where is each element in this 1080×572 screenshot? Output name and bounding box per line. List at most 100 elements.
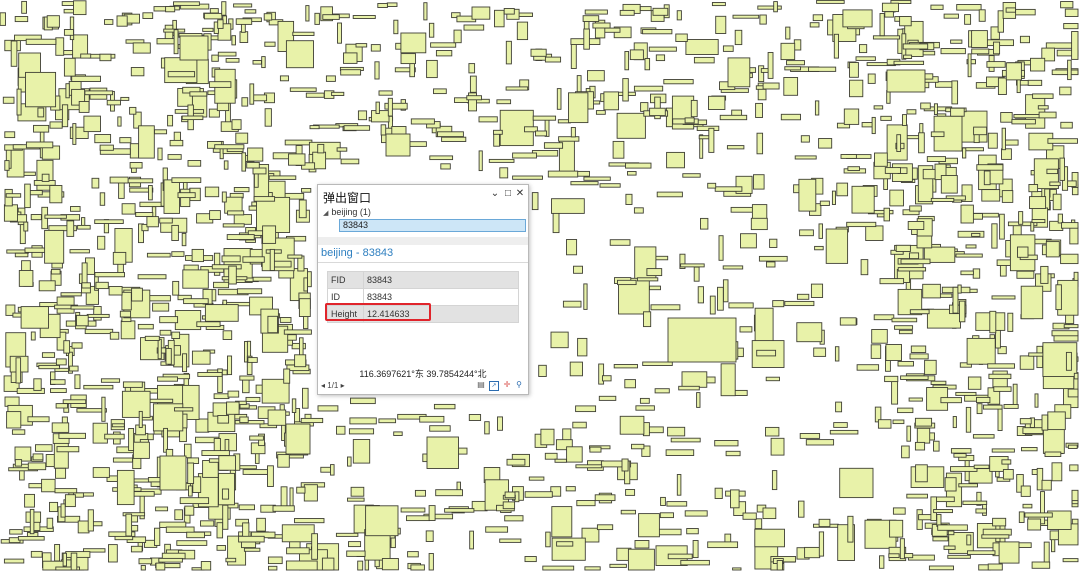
- building-footprint[interactable]: [1041, 479, 1052, 491]
- building-footprint[interactable]: [283, 368, 291, 384]
- building-footprint[interactable]: [627, 548, 655, 571]
- building-footprint[interactable]: [152, 302, 170, 312]
- building-footprint[interactable]: [766, 261, 776, 268]
- export-icon[interactable]: ↗: [489, 381, 499, 391]
- building-footprint[interactable]: [117, 116, 122, 127]
- building-footprint[interactable]: [488, 158, 515, 163]
- building-footprint[interactable]: [288, 153, 306, 166]
- building-footprint[interactable]: [227, 390, 240, 398]
- building-footprint[interactable]: [867, 73, 876, 84]
- building-footprint[interactable]: [940, 175, 958, 194]
- building-footprint[interactable]: [61, 104, 69, 128]
- building-footprint[interactable]: [469, 75, 477, 93]
- building-footprint[interactable]: [169, 139, 184, 147]
- building-footprint[interactable]: [881, 2, 899, 13]
- building-footprint[interactable]: [121, 291, 132, 311]
- building-footprint[interactable]: [393, 431, 403, 436]
- building-footprint[interactable]: [305, 5, 310, 22]
- building-footprint[interactable]: [1057, 213, 1063, 224]
- building-footprint[interactable]: [14, 252, 29, 258]
- building-footprint[interactable]: [494, 9, 505, 28]
- building-footprint[interactable]: [211, 264, 242, 270]
- building-footprint[interactable]: [975, 508, 987, 514]
- building-footprint[interactable]: [582, 15, 600, 22]
- building-footprint[interactable]: [928, 565, 954, 571]
- next-icon[interactable]: ▸: [341, 381, 345, 390]
- building-footprint[interactable]: [573, 265, 583, 274]
- building-footprint[interactable]: [301, 188, 312, 193]
- building-footprint[interactable]: [49, 185, 63, 204]
- building-footprint[interactable]: [953, 453, 967, 458]
- building-footprint[interactable]: [693, 266, 700, 282]
- building-footprint[interactable]: [317, 143, 325, 154]
- building-footprint[interactable]: [493, 129, 503, 135]
- building-footprint[interactable]: [222, 223, 245, 228]
- building-footprint[interactable]: [1047, 138, 1078, 144]
- building-footprint[interactable]: [27, 416, 50, 423]
- building-footprint[interactable]: [570, 43, 577, 69]
- building-footprint[interactable]: [730, 489, 740, 509]
- building-footprint[interactable]: [1000, 112, 1013, 123]
- building-footprint[interactable]: [350, 486, 365, 497]
- building-footprint[interactable]: [680, 559, 710, 566]
- building-footprint[interactable]: [426, 436, 459, 469]
- building-footprint[interactable]: [92, 467, 110, 478]
- building-footprint[interactable]: [400, 507, 426, 513]
- building-footprint[interactable]: [650, 304, 681, 311]
- building-footprint[interactable]: [754, 528, 785, 548]
- building-footprint[interactable]: [865, 225, 884, 241]
- building-footprint[interactable]: [1065, 351, 1072, 371]
- building-footprint[interactable]: [177, 192, 196, 199]
- building-footprint[interactable]: [732, 567, 742, 571]
- building-footprint[interactable]: [899, 538, 905, 560]
- building-footprint[interactable]: [1060, 253, 1079, 265]
- building-footprint[interactable]: [690, 99, 698, 118]
- building-footprint[interactable]: [998, 541, 1020, 564]
- building-footprint[interactable]: [1044, 451, 1062, 457]
- maximize-icon[interactable]: □: [502, 188, 514, 200]
- building-footprint[interactable]: [943, 13, 959, 19]
- building-footprint[interactable]: [239, 416, 249, 424]
- building-footprint[interactable]: [873, 314, 895, 321]
- building-footprint[interactable]: [100, 378, 121, 383]
- building-footprint[interactable]: [1013, 8, 1036, 16]
- building-footprint[interactable]: [130, 67, 145, 77]
- building-footprint[interactable]: [967, 550, 996, 555]
- building-footprint[interactable]: [69, 365, 79, 372]
- building-footprint[interactable]: [374, 61, 380, 80]
- building-footprint[interactable]: [428, 505, 436, 521]
- building-footprint[interactable]: [204, 304, 239, 322]
- building-footprint[interactable]: [468, 414, 482, 421]
- building-footprint[interactable]: [1051, 69, 1079, 76]
- building-footprint[interactable]: [642, 29, 673, 35]
- building-footprint[interactable]: [696, 125, 720, 131]
- building-footprint[interactable]: [106, 99, 121, 106]
- building-footprint[interactable]: [547, 170, 579, 178]
- building-footprint[interactable]: [906, 109, 917, 115]
- building-footprint[interactable]: [1069, 226, 1079, 245]
- building-footprint[interactable]: [991, 448, 1015, 453]
- building-footprint[interactable]: [870, 344, 882, 359]
- building-footprint[interactable]: [516, 21, 529, 41]
- building-footprint[interactable]: [27, 462, 47, 471]
- building-footprint[interactable]: [55, 358, 67, 366]
- building-footprint[interactable]: [659, 512, 674, 519]
- building-footprint[interactable]: [20, 306, 49, 329]
- building-footprint[interactable]: [636, 277, 659, 282]
- building-footprint[interactable]: [17, 536, 45, 541]
- building-footprint[interactable]: [1001, 127, 1006, 151]
- building-footprint[interactable]: [1059, 86, 1072, 96]
- building-footprint[interactable]: [226, 234, 255, 240]
- building-footprint[interactable]: [538, 364, 547, 377]
- building-footprint[interactable]: [742, 512, 757, 520]
- building-footprint[interactable]: [348, 541, 362, 548]
- building-footprint[interactable]: [95, 281, 109, 290]
- building-footprint[interactable]: [988, 373, 1012, 380]
- building-footprint[interactable]: [502, 501, 516, 510]
- building-footprint[interactable]: [1032, 93, 1054, 99]
- building-footprint[interactable]: [1045, 42, 1076, 49]
- building-footprint[interactable]: [727, 57, 751, 88]
- building-footprint[interactable]: [84, 328, 114, 335]
- building-footprint[interactable]: [714, 487, 723, 499]
- building-footprint[interactable]: [584, 9, 608, 15]
